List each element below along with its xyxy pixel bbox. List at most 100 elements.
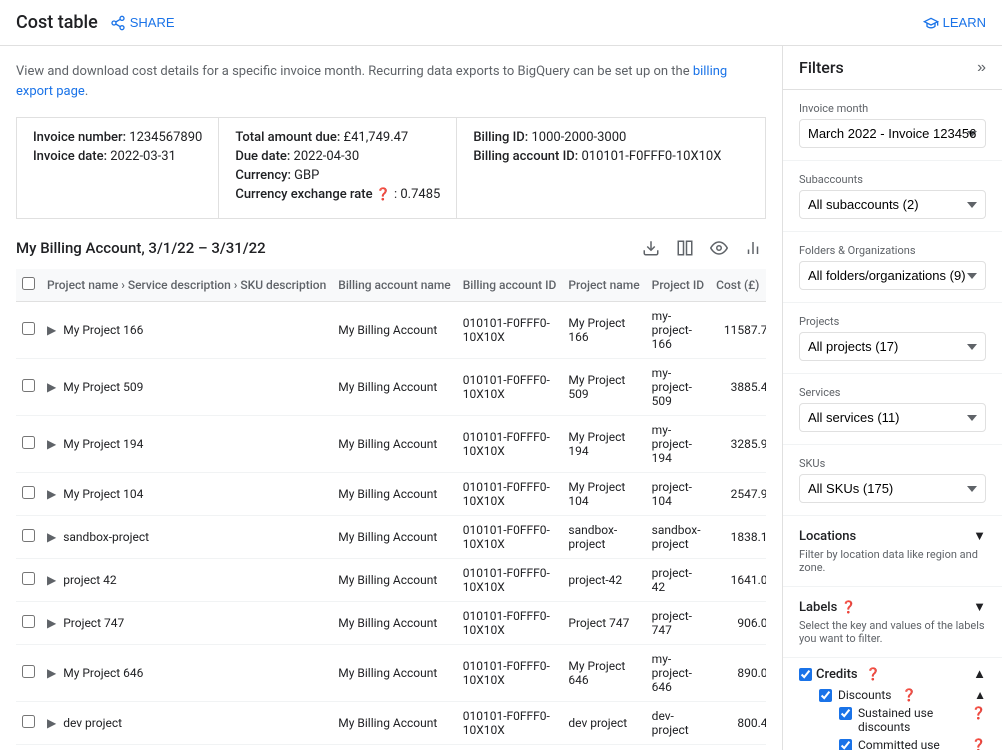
th-project-name-col[interactable]: Project name: [562, 269, 645, 302]
row-billing-name: My Billing Account: [332, 602, 456, 645]
filters-title: Filters: [799, 58, 844, 77]
row-checkbox-3[interactable]: [22, 486, 35, 499]
chart-button[interactable]: [740, 235, 766, 261]
filter-credits: Credits ❓ ▲ Discounts ❓ ▲ Sustained use …: [783, 658, 1002, 750]
table-row: ▶ sandbox-project My Billing Account 010…: [16, 516, 766, 559]
row-project-name-col: My Project 646: [562, 645, 645, 702]
row-project-id: sandbox-project: [646, 516, 710, 559]
table-wrapper: Project name › Service description › SKU…: [16, 269, 766, 750]
labels-help-icon[interactable]: ❓: [841, 600, 856, 614]
labels-header[interactable]: Labels ❓ ▼: [799, 599, 986, 615]
row-checkbox-0[interactable]: [22, 322, 35, 335]
th-project-name[interactable]: Project name › Service description › SKU…: [41, 269, 332, 302]
skus-label: SKUs: [799, 457, 986, 470]
locations-collapse-icon: ▼: [973, 528, 986, 544]
row-checkbox-5[interactable]: [22, 572, 35, 585]
sustained-use-label: Sustained use discounts: [858, 706, 961, 734]
row-checkbox-2[interactable]: [22, 436, 35, 449]
row-billing-id: 010101-F0FFF0-10X10X: [457, 745, 563, 750]
row-project-id: dev-project: [646, 702, 710, 745]
billing-account-row: Billing account ID: 010101-F0FFF0-10X10X: [473, 149, 721, 164]
columns-button[interactable]: [672, 235, 698, 261]
row-project-id: my-project-509: [646, 359, 710, 416]
credits-collapse-icon: ▲: [973, 666, 986, 682]
credits-checkbox[interactable]: [799, 668, 812, 681]
row-project-id: project-104: [646, 473, 710, 516]
sustained-use-row: Sustained use discounts ❓: [839, 706, 986, 734]
th-cost[interactable]: Cost (£) ▼: [710, 269, 766, 302]
row-checkbox-8[interactable]: [22, 715, 35, 728]
select-all-checkbox[interactable]: [22, 277, 35, 290]
committed-use-checkbox[interactable]: [839, 739, 852, 750]
discounts-checkbox[interactable]: [819, 689, 832, 702]
subaccounts-select[interactable]: All subaccounts (2): [799, 190, 986, 219]
row-checkbox-6[interactable]: [22, 615, 35, 628]
th-billing-account-name[interactable]: Billing account name: [332, 269, 456, 302]
discounts-help-icon[interactable]: ❓: [901, 688, 916, 702]
skus-select[interactable]: All SKUs (175): [799, 474, 986, 503]
invoice-col-3: Billing ID: 1000-2000-3000 Billing accou…: [457, 118, 737, 218]
locations-sublabel: Filter by location data like region and …: [799, 548, 986, 574]
expand-icon[interactable]: ▶: [47, 380, 56, 394]
expand-icon[interactable]: ▶: [47, 323, 56, 337]
table-row: ▶ project 42 My Billing Account 010101-F…: [16, 559, 766, 602]
invoice-month-select[interactable]: March 2022 - Invoice 1234567890: [799, 119, 986, 148]
discounts-row: Discounts ❓ ▲: [819, 688, 986, 702]
eye-icon: [710, 239, 728, 257]
row-project-name: ▶ Project 10: [41, 745, 332, 750]
row-cost: 890.06: [710, 645, 766, 702]
sustained-use-checkbox[interactable]: [839, 707, 852, 720]
filter-labels: Labels ❓ ▼ Select the key and values of …: [783, 587, 1002, 658]
sustained-use-help-icon[interactable]: ❓: [971, 706, 986, 720]
row-cost: 1641.04: [710, 559, 766, 602]
download-button[interactable]: [638, 235, 664, 261]
expand-icon[interactable]: ▶: [47, 616, 56, 630]
expand-icon[interactable]: ▶: [47, 573, 56, 587]
row-project-name: ▶ My Project 104: [41, 473, 332, 516]
row-project-name: ▶ My Project 194: [41, 416, 332, 473]
row-project-id: my-project-194: [646, 416, 710, 473]
billing-id-row: Billing ID: 1000-2000-3000: [473, 130, 721, 145]
folders-select[interactable]: All folders/organizations (9): [799, 261, 986, 290]
expand-icon[interactable]: ▶: [47, 666, 56, 680]
row-checkbox-4[interactable]: [22, 529, 35, 542]
services-label: Services: [799, 386, 986, 399]
row-project-id: my-project-166: [646, 302, 710, 359]
learn-button[interactable]: LEARN: [923, 15, 986, 31]
exchange-rate-row: Currency exchange rate ❓ : 0.7485: [235, 187, 440, 202]
table-header-row: Project name › Service description › SKU…: [16, 269, 766, 302]
view-button[interactable]: [706, 235, 732, 261]
filter-skus: SKUs All SKUs (175): [783, 445, 1002, 516]
row-checkbox-cell: [16, 359, 41, 416]
table-row: ▶ My Project 509 My Billing Account 0101…: [16, 359, 766, 416]
discounts-sub-group: Sustained use discounts ❓ Committed use …: [839, 706, 986, 750]
expand-icon[interactable]: ▶: [47, 716, 56, 730]
row-checkbox-1[interactable]: [22, 379, 35, 392]
th-project-id[interactable]: Project ID: [646, 269, 710, 302]
expand-icon[interactable]: ▶: [47, 437, 56, 451]
row-checkbox-cell: [16, 702, 41, 745]
row-checkbox-cell: [16, 602, 41, 645]
share-icon: [110, 15, 126, 31]
projects-select[interactable]: All projects (17): [799, 332, 986, 361]
services-select[interactable]: All services (11): [799, 403, 986, 432]
expand-icon[interactable]: ▶: [47, 487, 56, 501]
collapse-filters-button[interactable]: »: [977, 59, 986, 77]
row-cost: 1838.12: [710, 516, 766, 559]
cost-table: Project name › Service description › SKU…: [16, 269, 766, 750]
table-row: ▶ My Project 194 My Billing Account 0101…: [16, 416, 766, 473]
share-button[interactable]: SHARE: [110, 15, 175, 31]
th-checkbox: [16, 269, 41, 302]
row-project-name-col: project-42: [562, 559, 645, 602]
th-billing-account-id[interactable]: Billing account ID: [457, 269, 563, 302]
expand-icon[interactable]: ▶: [47, 530, 56, 544]
locations-header[interactable]: Locations ▼: [799, 528, 986, 544]
table-row: ▶ My Project 646 My Billing Account 0101…: [16, 645, 766, 702]
row-project-id: project-42: [646, 559, 710, 602]
row-checkbox-7[interactable]: [22, 665, 35, 678]
committed-help-icon[interactable]: ❓: [971, 738, 986, 750]
row-billing-id: 010101-F0FFF0-10X10X: [457, 359, 563, 416]
credits-help-icon[interactable]: ❓: [866, 667, 881, 681]
row-project-name: ▶ My Project 509: [41, 359, 332, 416]
row-cost: 779.78: [710, 745, 766, 750]
